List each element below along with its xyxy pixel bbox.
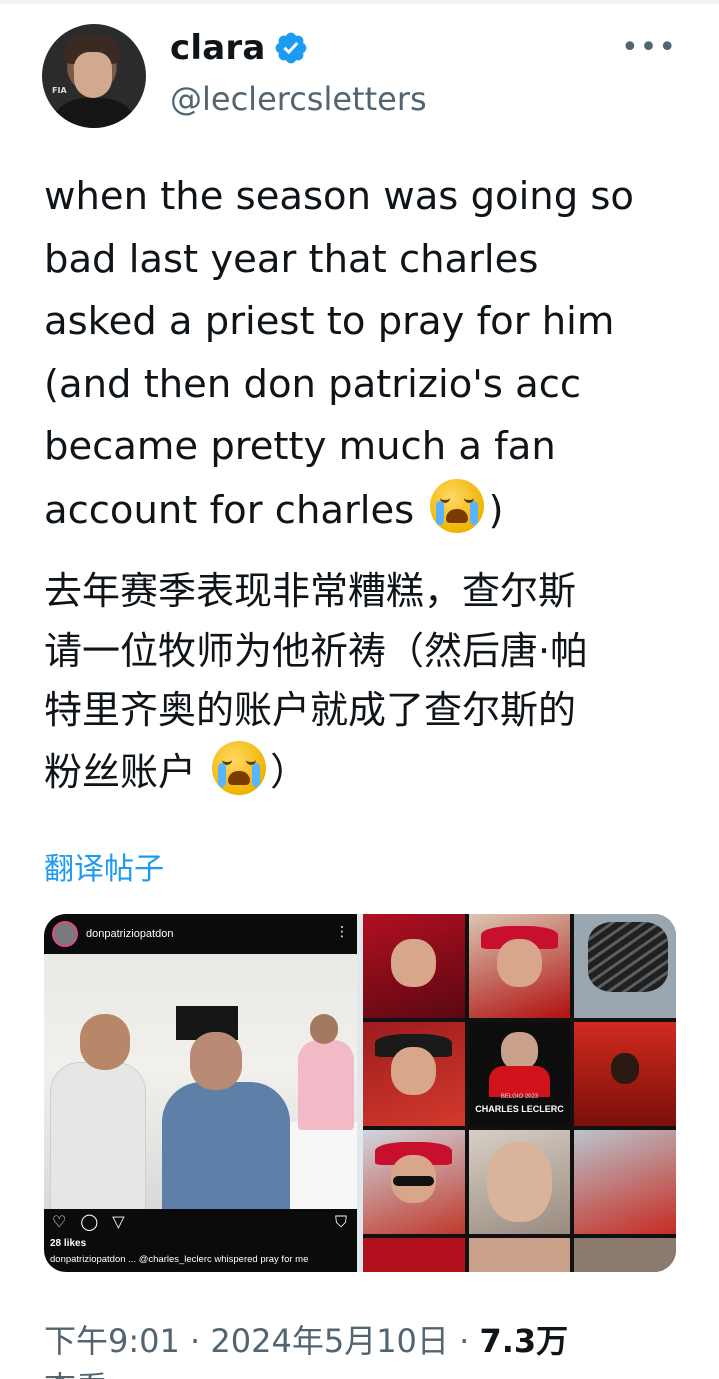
collage-tile xyxy=(363,914,465,1018)
avatar-badge-text: FIA xyxy=(52,86,67,95)
media-grid[interactable]: donpatriziopatdon ⋮ ♡ ◯ ▽ ⛉ 28 likes don… xyxy=(44,914,676,1272)
media-image-instagram-post[interactable]: donpatriziopatdon ⋮ ♡ ◯ ▽ ⛉ 28 likes don… xyxy=(44,914,357,1272)
share-icon: ▽ xyxy=(112,1212,125,1231)
ig-avatar xyxy=(52,921,78,947)
collage-tile xyxy=(363,1130,465,1234)
collage-tile xyxy=(468,1130,571,1234)
collage-tile xyxy=(468,1238,571,1272)
top-divider xyxy=(0,0,719,4)
meta-separator: · xyxy=(448,1322,480,1360)
ig-actions: ♡ ◯ ▽ xyxy=(52,1212,125,1231)
tweet-text-zh-end: ） xyxy=(270,749,309,794)
author-display-name[interactable]: clara xyxy=(170,28,265,68)
collage-label-main: CHARLES LECLERC xyxy=(475,1104,564,1114)
view-count: 7.3万 xyxy=(479,1322,569,1360)
tweet-date[interactable]: 2024年5月10日 xyxy=(210,1322,449,1360)
ig-header: donpatriziopatdon ⋮ xyxy=(44,914,357,954)
author-handle[interactable]: @leclercsletters xyxy=(170,80,427,118)
tweet-text-zh-body: 去年赛季表现非常糟糕，查尔斯 请一位牧师为他祈祷（然后唐·帕 特里齐奥的账户就成… xyxy=(44,569,589,794)
tweet-meta: 下午9:01 · 2024年5月10日 · 7.3万 xyxy=(44,1316,568,1362)
ig-likes: 28 likes xyxy=(50,1238,87,1249)
collage-label-small: BELGIO 2023 xyxy=(500,1094,539,1100)
tweet-text-en-end: ) xyxy=(488,487,504,533)
heart-icon: ♡ xyxy=(52,1212,67,1231)
translate-post-link[interactable]: 翻译帖子 xyxy=(44,844,164,888)
collage-tile xyxy=(468,914,571,1018)
ig-more-icon: ⋮ xyxy=(335,924,349,940)
media-image-collage[interactable]: BELGIO 2023 CHARLES LECLERC xyxy=(363,914,676,1272)
ig-photo xyxy=(44,954,357,1209)
tweet-text-en: when the season was going so bad last ye… xyxy=(44,166,684,542)
more-icon: ••• xyxy=(620,30,678,65)
more-options-button[interactable]: ••• xyxy=(621,30,676,66)
tweet-time[interactable]: 下午9:01 xyxy=(44,1322,180,1360)
tweet-text-en-body: when the season was going so bad last ye… xyxy=(44,174,634,533)
collage-tile xyxy=(363,1238,465,1272)
bookmark-icon: ⛉ xyxy=(334,1212,347,1231)
collage-tile xyxy=(363,1022,465,1126)
comment-icon: ◯ xyxy=(80,1212,99,1231)
avatar[interactable]: FIA xyxy=(42,24,146,128)
verified-badge-icon xyxy=(276,32,307,64)
tweet-text-zh: 去年赛季表现非常糟糕，查尔斯 请一位牧师为他祈祷（然后唐·帕 特里齐奥的账户就成… xyxy=(44,562,684,802)
collage-tile: BELGIO 2023 CHARLES LECLERC xyxy=(468,1022,571,1126)
collage-tile xyxy=(574,914,676,1018)
views-label: 查看 xyxy=(44,1372,108,1379)
ig-username: donpatriziopatdon xyxy=(86,928,174,940)
crying-face-icon xyxy=(430,478,485,533)
crying-face-icon xyxy=(212,740,267,795)
author-name-row[interactable]: clara xyxy=(170,26,309,70)
collage-tile xyxy=(574,1238,676,1272)
collage-tile xyxy=(574,1130,676,1234)
collage-tile xyxy=(574,1022,676,1126)
meta-separator: · xyxy=(179,1322,211,1360)
ig-caption: donpatriziopatdon ... @charles_leclerc w… xyxy=(50,1254,309,1265)
